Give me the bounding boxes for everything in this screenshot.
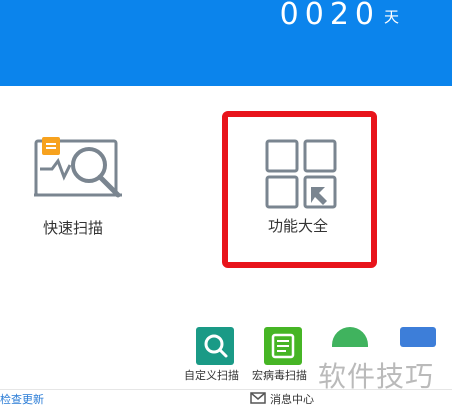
footer-divider (0, 389, 452, 390)
macro-virus-scan-label: 宏病毒扫描 (252, 369, 307, 382)
quick-scan-label: 快速扫描 (43, 219, 104, 237)
custom-scan-label: 自定义扫描 (184, 369, 239, 382)
protection-days-unit: 天 (384, 8, 400, 26)
top-banner: 0020 天 (0, 0, 452, 86)
protection-days-count: 0020 (279, 0, 380, 32)
mail-icon (250, 392, 266, 404)
gift-badge-icon (42, 137, 60, 155)
custom-scan-icon (204, 334, 228, 358)
check-update-link[interactable]: 检查更新 (0, 391, 44, 407)
custom-scan-button[interactable] (196, 327, 234, 365)
message-center-label: 消息中心 (270, 393, 314, 406)
magnifier-monitor-icon (34, 137, 122, 198)
tool-button-3[interactable] (332, 327, 368, 347)
grid-arrow-icon (265, 139, 337, 209)
function-all-label: 功能大全 (268, 217, 329, 235)
tool-button-4[interactable] (400, 327, 436, 347)
quick-scan-tile[interactable]: 快速扫描 (28, 135, 128, 245)
function-all-tile[interactable]: 功能大全 (222, 111, 377, 268)
macro-virus-scan-icon (271, 333, 295, 359)
macro-virus-scan-button[interactable] (264, 327, 302, 365)
